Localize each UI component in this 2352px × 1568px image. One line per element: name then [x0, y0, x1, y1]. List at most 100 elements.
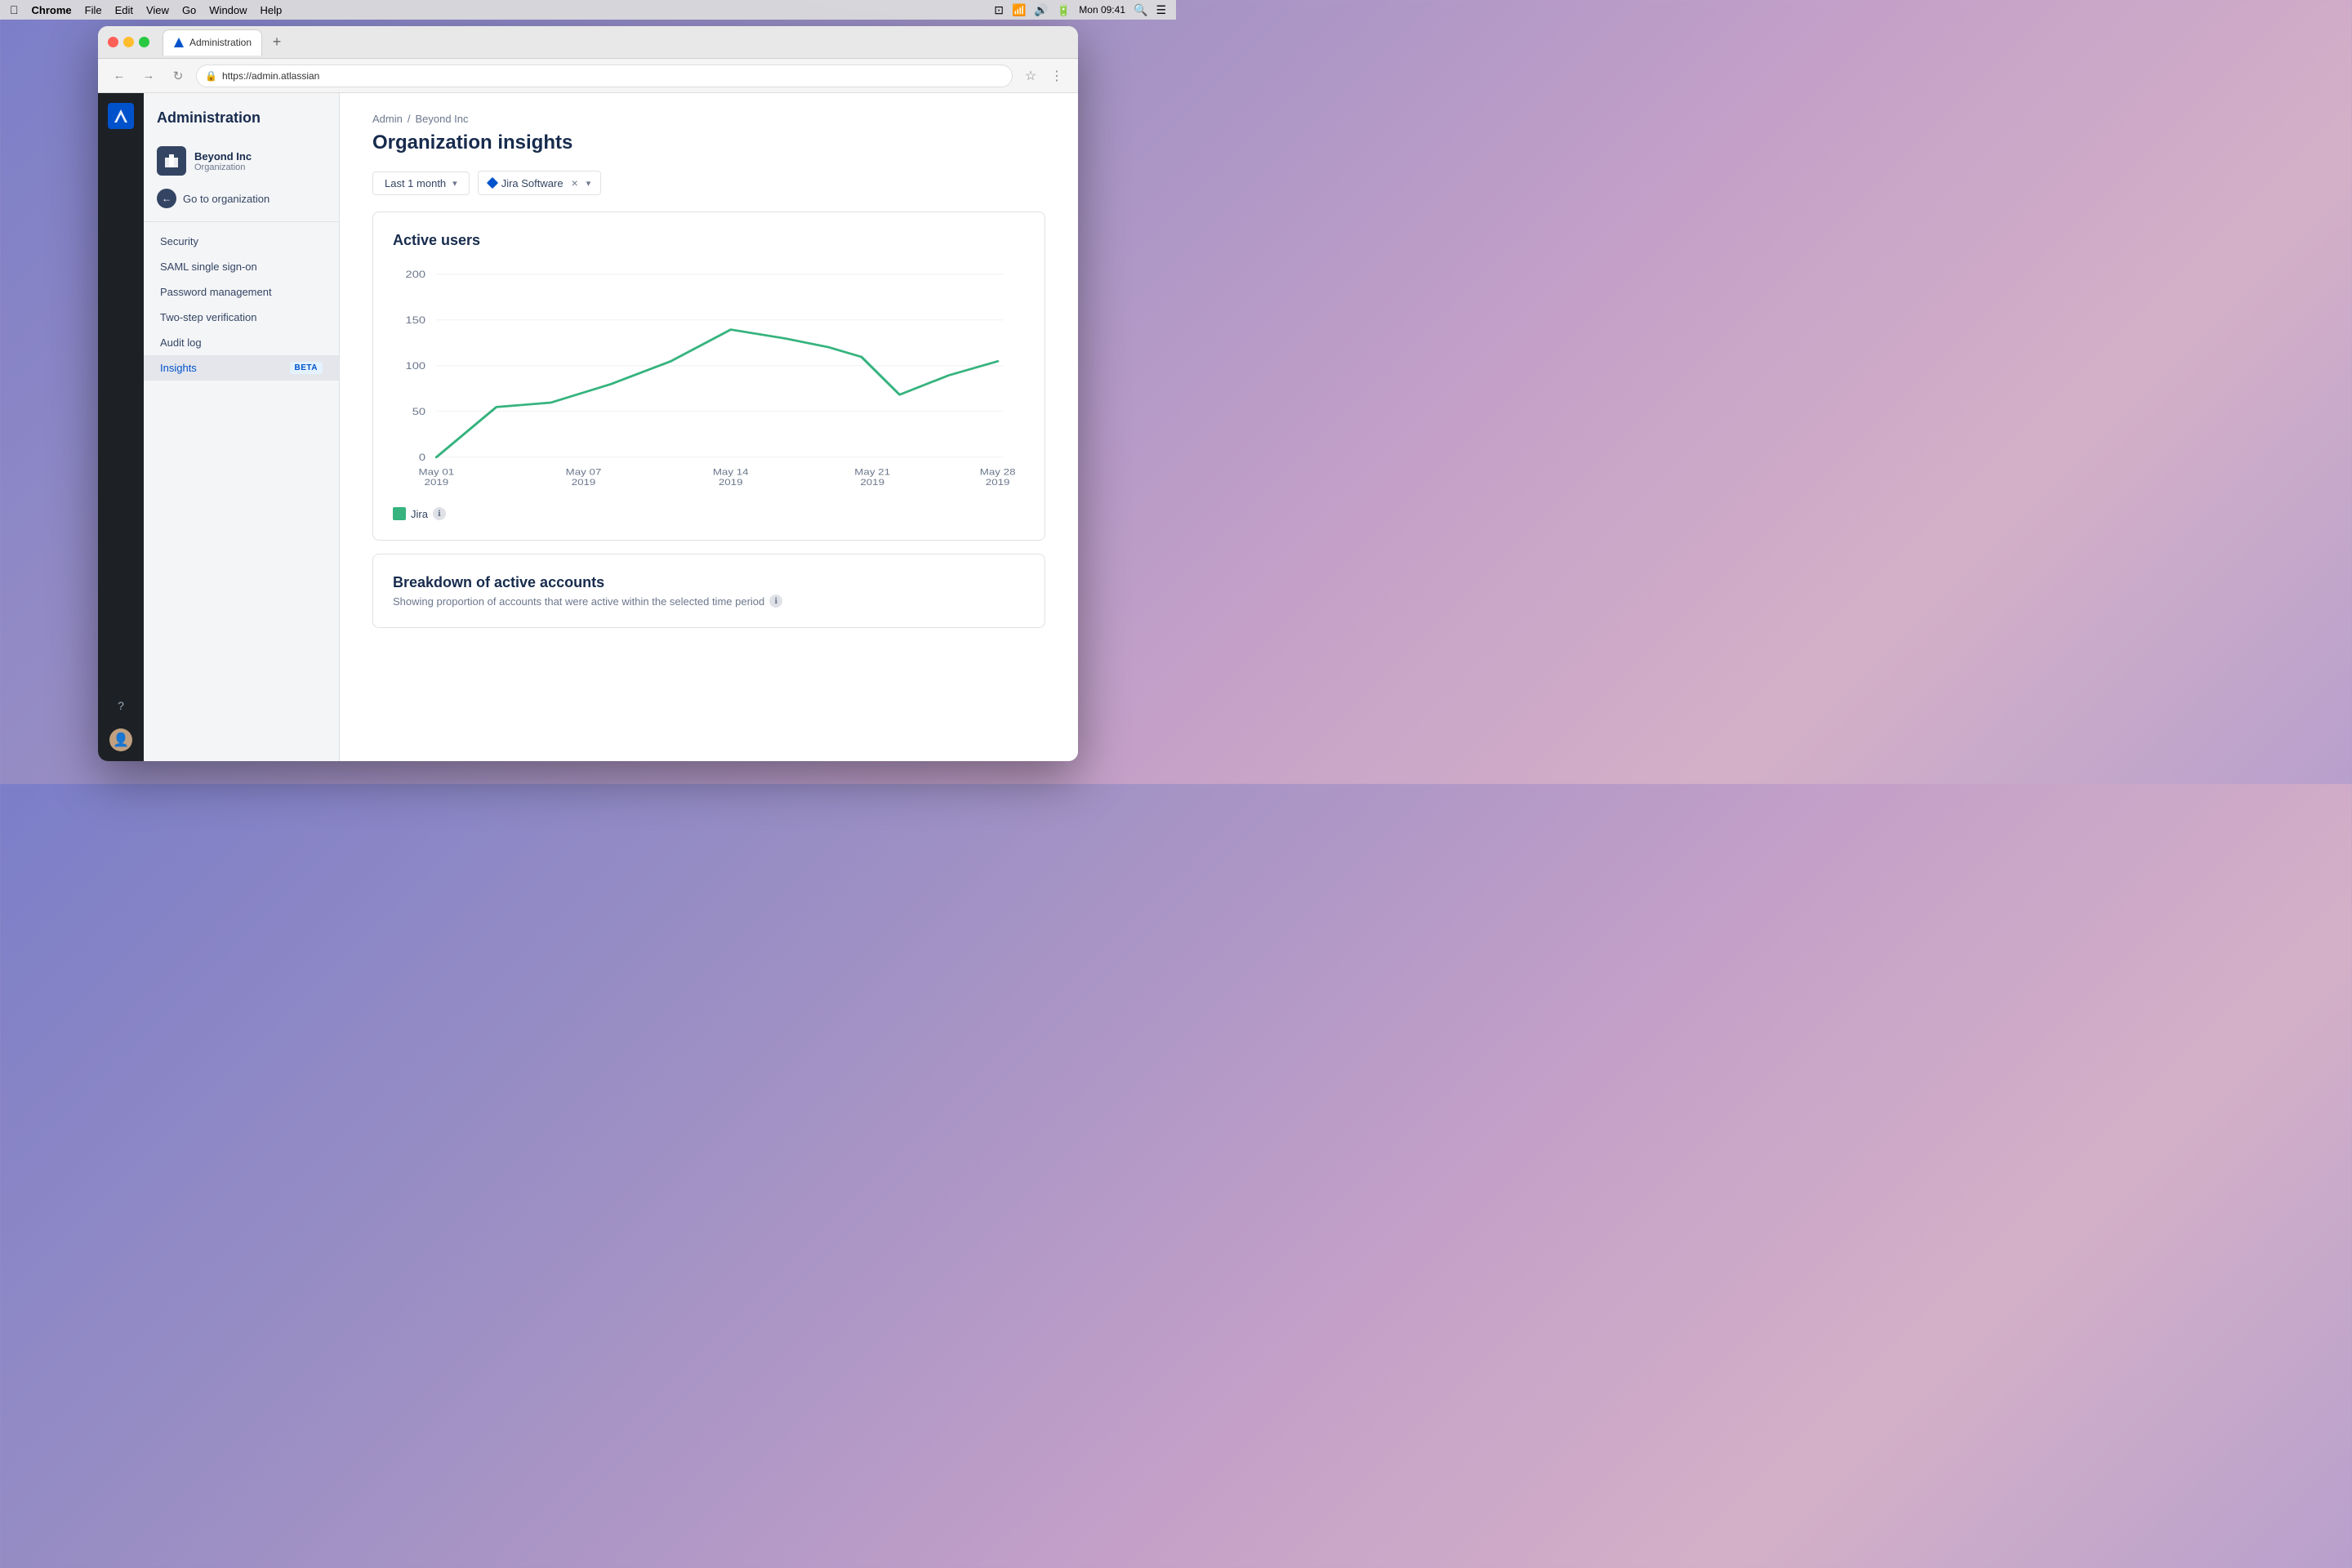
- browser-window: Administration + ← → ↻ 🔒 https://admin.a…: [98, 26, 1078, 761]
- menubar-edit[interactable]: Edit: [115, 4, 133, 16]
- svg-text:2019: 2019: [572, 477, 596, 487]
- menubar-right: ⊡ 📶 🔊 🔋 Mon 09:41 🔍 ☰: [994, 0, 1166, 20]
- maximize-button[interactable]: [139, 37, 149, 47]
- org-icon: [157, 146, 186, 176]
- svg-text:2019: 2019: [719, 477, 743, 487]
- svg-text:2019: 2019: [986, 477, 1010, 487]
- go-to-org-button[interactable]: ← Go to organization: [144, 182, 339, 222]
- jira-logo-icon: [487, 177, 498, 189]
- breakdown-subtitle: Showing proportion of accounts that were…: [393, 595, 1025, 608]
- chart-title: Active users: [393, 232, 1025, 249]
- search-icon[interactable]: 🔍: [1134, 3, 1147, 17]
- chart-legend: Jira ℹ: [393, 507, 1025, 520]
- breakdown-title: Breakdown of active accounts: [393, 574, 1025, 591]
- menubar-window[interactable]: Window: [209, 4, 247, 16]
- go-to-org-label: Go to organization: [183, 193, 270, 205]
- menubar-chrome[interactable]: Chrome: [32, 4, 72, 16]
- time-filter-label: Last 1 month: [385, 177, 446, 189]
- svg-text:150: 150: [406, 314, 425, 325]
- menubar-view[interactable]: View: [146, 4, 169, 16]
- breadcrumb-admin[interactable]: Admin: [372, 113, 403, 125]
- volume-icon: 🔊: [1034, 3, 1048, 17]
- lock-icon: 🔒: [205, 70, 217, 82]
- sidebar-item-twostep[interactable]: Two-step verification: [144, 305, 339, 330]
- svg-text:2019: 2019: [860, 477, 884, 487]
- breakdown-card: Breakdown of active accounts Showing pro…: [372, 554, 1045, 628]
- user-avatar[interactable]: 👤: [109, 728, 132, 751]
- active-tab[interactable]: Administration: [163, 29, 262, 56]
- org-item[interactable]: Beyond Inc Organization: [144, 140, 339, 182]
- active-users-card: Active users 200 150 100 50: [372, 212, 1045, 541]
- apple-menu[interactable]: : [10, 3, 19, 16]
- insights-label: Insights: [160, 362, 197, 374]
- sidebar-item-audit[interactable]: Audit log: [144, 330, 339, 355]
- tab-favicon: [173, 37, 185, 48]
- menubar-file[interactable]: File: [85, 4, 102, 16]
- admin-sidebar: Administration Beyond Inc Organization ←…: [144, 93, 340, 761]
- atlassian-sidebar: ? 👤: [98, 93, 144, 761]
- chart-area: 200 150 100 50 0: [393, 265, 1025, 494]
- svg-text:May 21: May 21: [854, 467, 890, 477]
- menubar-go[interactable]: Go: [182, 4, 196, 16]
- address-bar[interactable]: 🔒 https://admin.atlassian: [196, 65, 1013, 87]
- battery-icon: 🔋: [1057, 3, 1071, 17]
- atlassian-logo[interactable]: [108, 103, 134, 129]
- browser-titlebar: Administration +: [98, 26, 1078, 59]
- svg-text:200: 200: [406, 269, 425, 279]
- time-filter-dropdown[interactable]: Last 1 month ▾: [372, 172, 470, 195]
- svg-text:May 01: May 01: [419, 467, 455, 477]
- breadcrumb: Admin / Beyond Inc: [372, 113, 1045, 125]
- legend-color-jira: [393, 507, 406, 520]
- svg-text:100: 100: [406, 360, 425, 371]
- org-type: Organization: [194, 163, 252, 172]
- filters-row: Last 1 month ▾ Jira Software × ▾: [372, 171, 1045, 195]
- tab-bar: Administration +: [163, 29, 1068, 56]
- control-center-icon[interactable]: ☰: [1156, 3, 1166, 17]
- minimize-button[interactable]: [123, 37, 134, 47]
- help-icon[interactable]: ?: [108, 693, 134, 719]
- page-title: Organization insights: [372, 131, 1045, 154]
- legend-info-icon[interactable]: ℹ: [433, 507, 446, 520]
- airplay-icon: ⊡: [994, 3, 1004, 17]
- new-tab-button[interactable]: +: [265, 31, 288, 54]
- beta-badge: BETA: [290, 362, 323, 374]
- product-filter-close-icon[interactable]: ×: [572, 176, 578, 189]
- sidebar-item-security[interactable]: Security: [144, 229, 339, 254]
- svg-text:0: 0: [419, 452, 425, 462]
- chart-svg: 200 150 100 50 0: [393, 265, 1025, 494]
- org-name: Beyond Inc: [194, 150, 252, 163]
- url-text: https://admin.atlassian: [222, 70, 319, 82]
- menubar-left:  Chrome File Edit View Go Window Help: [10, 3, 282, 16]
- svg-text:May 14: May 14: [713, 467, 749, 477]
- sidebar-title: Administration: [144, 109, 339, 140]
- app-layout: ? 👤 Administration Beyond Inc Organizat: [98, 93, 1078, 761]
- org-info: Beyond Inc Organization: [194, 150, 252, 172]
- menubar:  Chrome File Edit View Go Window Help ⊡…: [0, 0, 1176, 20]
- bookmark-button[interactable]: ☆: [1019, 65, 1042, 87]
- back-button[interactable]: ←: [108, 65, 131, 87]
- sidebar-item-password[interactable]: Password management: [144, 279, 339, 305]
- menubar-help[interactable]: Help: [261, 4, 283, 16]
- product-filter-dropdown[interactable]: Jira Software × ▾: [478, 171, 602, 195]
- sidebar-item-insights[interactable]: Insights BETA: [144, 355, 339, 381]
- browser-toolbar: ← → ↻ 🔒 https://admin.atlassian ☆ ⋮: [98, 59, 1078, 93]
- main-content: Admin / Beyond Inc Organization insights…: [340, 93, 1078, 761]
- traffic-lights: [108, 37, 149, 47]
- time-filter-chevron-icon: ▾: [452, 178, 457, 189]
- sidebar-item-saml[interactable]: SAML single sign-on: [144, 254, 339, 279]
- menu-button[interactable]: ⋮: [1045, 65, 1068, 87]
- legend-label-jira: Jira: [411, 508, 428, 520]
- svg-text:May 07: May 07: [566, 467, 602, 477]
- breadcrumb-separator: /: [408, 113, 411, 125]
- refresh-button[interactable]: ↻: [167, 65, 189, 87]
- menubar-time: Mon 09:41: [1079, 4, 1125, 16]
- product-filter-chevron-icon: ▾: [586, 178, 591, 189]
- breakdown-info-icon[interactable]: ℹ: [769, 595, 782, 608]
- wifi-icon: 📶: [1012, 3, 1026, 17]
- forward-button[interactable]: →: [137, 65, 160, 87]
- close-button[interactable]: [108, 37, 118, 47]
- product-filter-label: Jira Software: [501, 177, 564, 189]
- tab-title: Administration: [189, 37, 252, 48]
- toolbar-actions: ☆ ⋮: [1019, 65, 1068, 87]
- go-icon: ←: [157, 189, 176, 208]
